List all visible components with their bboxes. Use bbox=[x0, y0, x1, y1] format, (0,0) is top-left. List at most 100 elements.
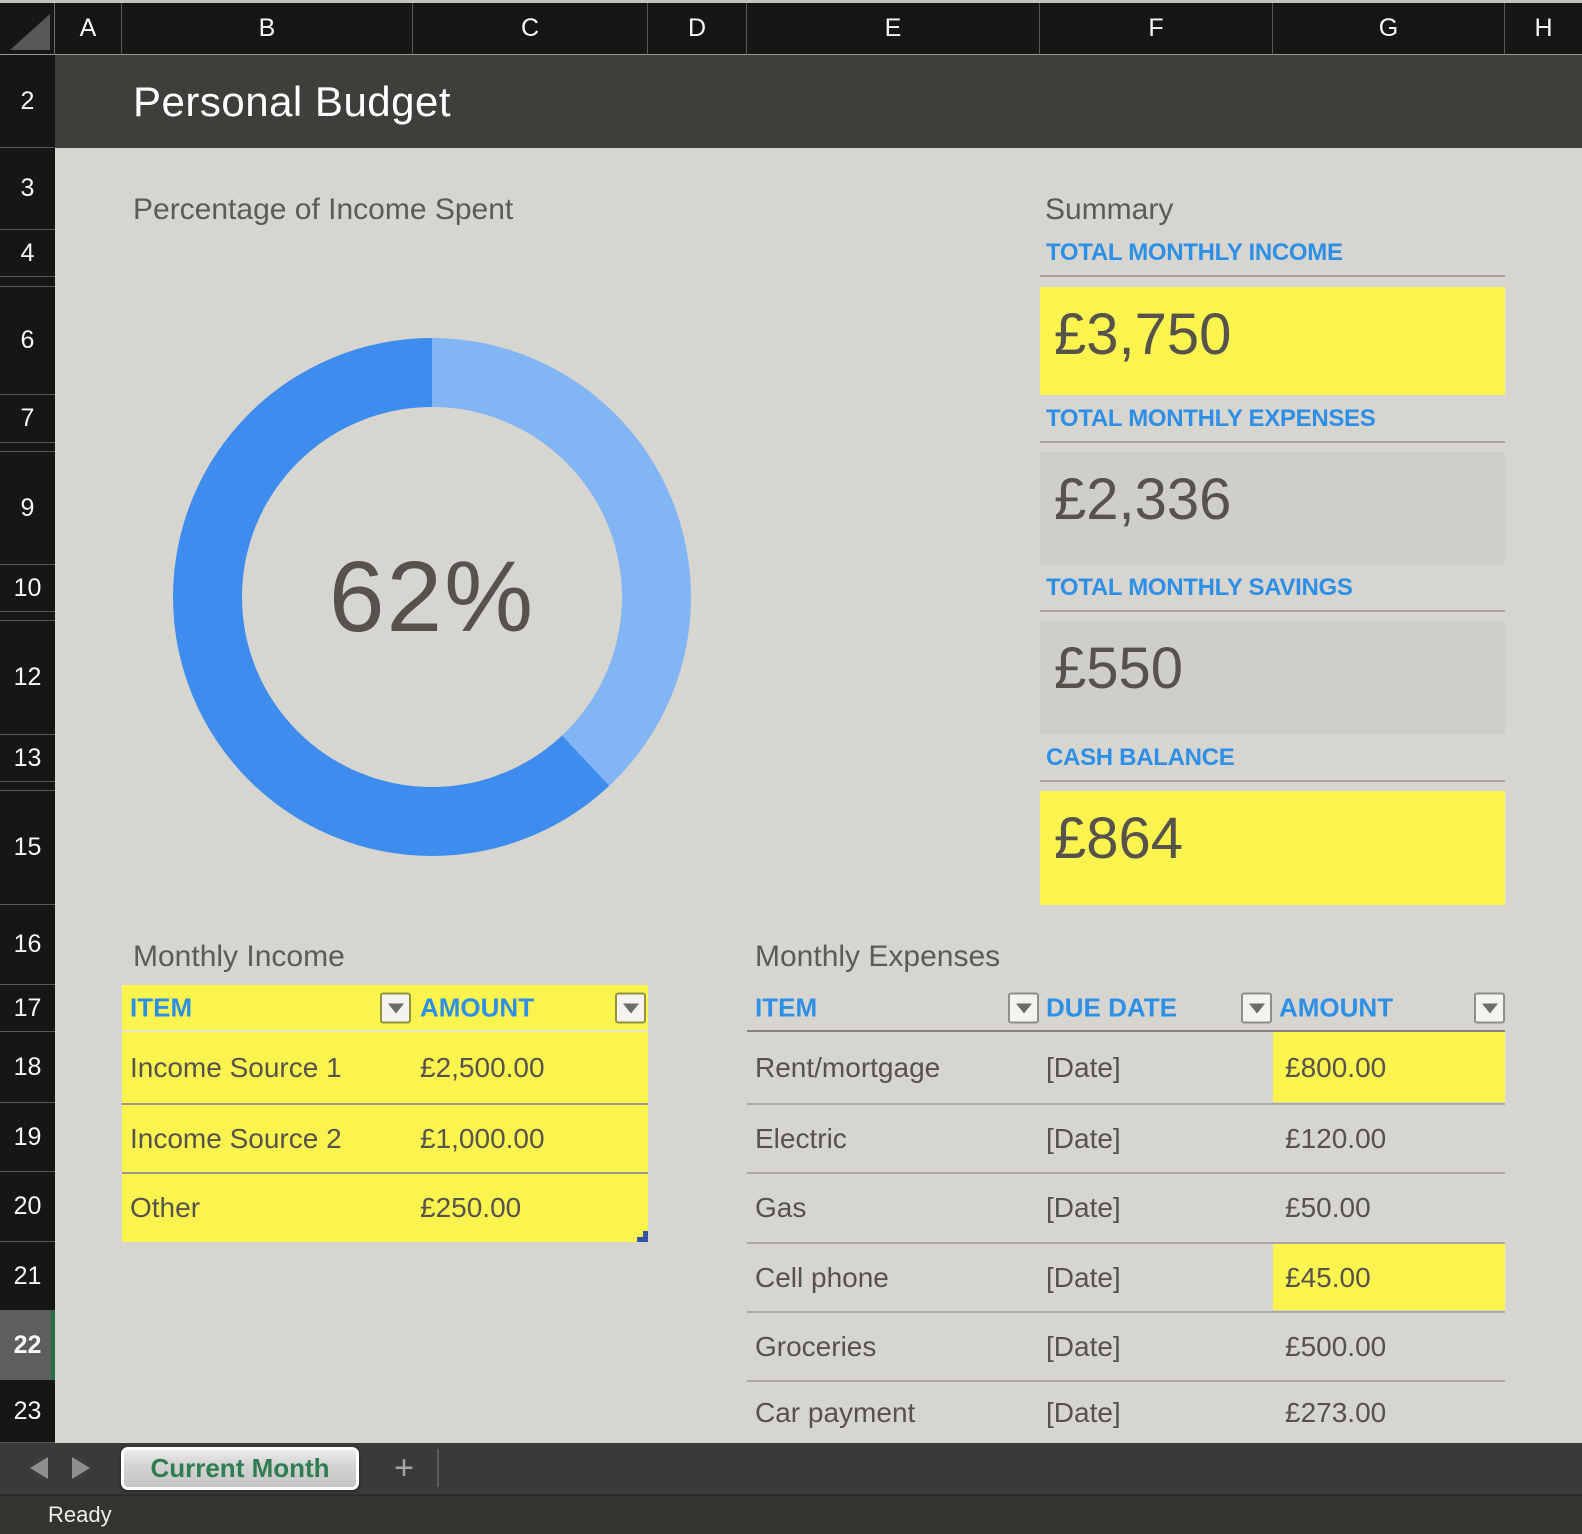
expense-item-cell[interactable]: Rent/mortgage bbox=[755, 1052, 940, 1084]
summary-label-expenses: TOTAL MONTHLY EXPENSES bbox=[1040, 395, 1505, 443]
row-header-11-collapsed[interactable] bbox=[0, 612, 55, 621]
summary-value-savings-cell[interactable]: £550 bbox=[1040, 621, 1505, 735]
row-header-9[interactable]: 9 bbox=[0, 452, 55, 565]
income-item-cell[interactable]: Income Source 2 bbox=[130, 1123, 342, 1155]
row-header-15[interactable]: 15 bbox=[0, 791, 55, 905]
expense-item-cell[interactable]: Cell phone bbox=[755, 1262, 889, 1294]
expense-due-date-cell[interactable]: [Date] bbox=[1046, 1123, 1121, 1155]
select-all-button[interactable] bbox=[0, 3, 55, 55]
income-row-2[interactable]: Income Source 2 £1,000.00 bbox=[122, 1103, 648, 1172]
status-bar: Ready bbox=[0, 1494, 1582, 1534]
expense-amount-cell[interactable]: £120.00 bbox=[1285, 1123, 1386, 1155]
summary-value-cash-balance-cell[interactable]: £864 bbox=[1040, 791, 1505, 905]
expense-item-cell[interactable]: Groceries bbox=[755, 1331, 876, 1363]
row-header-2[interactable]: 2 bbox=[0, 55, 55, 148]
status-text: Ready bbox=[48, 1502, 112, 1528]
donut-chart[interactable]: 62% bbox=[173, 338, 691, 856]
income-amount-cell[interactable]: £2,500.00 bbox=[420, 1052, 545, 1084]
row-header-23[interactable]: 23 bbox=[0, 1380, 55, 1443]
expense-due-date-cell[interactable]: [Date] bbox=[1046, 1052, 1121, 1084]
expense-item-filter-button[interactable] bbox=[1008, 992, 1039, 1023]
row-header-12[interactable]: 12 bbox=[0, 621, 55, 735]
expense-amount-cell[interactable]: £800.00 bbox=[1285, 1052, 1386, 1084]
expense-item-cell[interactable]: Electric bbox=[755, 1123, 847, 1155]
expense-amount-cell[interactable]: £273.00 bbox=[1285, 1397, 1386, 1429]
summary-value-income-cell[interactable]: £3,750 bbox=[1040, 287, 1505, 395]
expense-row-car-payment[interactable]: Car payment [Date] £273.00 bbox=[747, 1380, 1505, 1443]
row-header-8-collapsed[interactable] bbox=[0, 443, 55, 452]
row-header-6[interactable]: 6 bbox=[0, 287, 55, 395]
column-header-e[interactable]: E bbox=[747, 3, 1040, 55]
income-item-filter-button[interactable] bbox=[380, 992, 411, 1023]
filter-dropdown-icon bbox=[1482, 1004, 1498, 1014]
row-header-10[interactable]: 10 bbox=[0, 565, 55, 612]
row-header-17[interactable]: 17 bbox=[0, 985, 55, 1032]
expense-header-due-date: DUE DATE bbox=[1046, 992, 1177, 1023]
filter-dropdown-icon bbox=[1016, 1004, 1032, 1014]
page-title: Personal Budget bbox=[133, 78, 451, 126]
income-item-cell[interactable]: Income Source 1 bbox=[130, 1052, 342, 1084]
title-banner[interactable]: Personal Budget bbox=[55, 55, 1582, 148]
sheet-tab-strip: Current Month + bbox=[0, 1443, 1582, 1494]
expense-row-electric[interactable]: Electric [Date] £120.00 bbox=[747, 1103, 1505, 1172]
row-header-21[interactable]: 21 bbox=[0, 1242, 55, 1311]
expense-row-groceries[interactable]: Groceries [Date] £500.00 bbox=[747, 1311, 1505, 1380]
summary-label-income: TOTAL MONTHLY INCOME bbox=[1040, 230, 1505, 277]
sheet-tab-current-month[interactable]: Current Month bbox=[121, 1447, 359, 1490]
income-item-cell[interactable]: Other bbox=[130, 1192, 200, 1224]
expense-amount-filter-button[interactable] bbox=[1474, 992, 1505, 1023]
column-header-d[interactable]: D bbox=[648, 3, 747, 55]
column-header-g[interactable]: G bbox=[1273, 3, 1505, 55]
next-sheet-arrow-icon[interactable] bbox=[72, 1457, 90, 1479]
filter-dropdown-icon bbox=[388, 1004, 404, 1014]
row-header-20[interactable]: 20 bbox=[0, 1172, 55, 1242]
expense-due-date-cell[interactable]: [Date] bbox=[1046, 1331, 1121, 1363]
row-header-4[interactable]: 4 bbox=[0, 230, 55, 277]
income-row-3[interactable]: Other £250.00 bbox=[122, 1172, 648, 1242]
income-amount-cell[interactable]: £250.00 bbox=[420, 1192, 521, 1224]
column-header-c[interactable]: C bbox=[413, 3, 648, 55]
filter-dropdown-icon bbox=[1249, 1004, 1265, 1014]
income-amount-cell[interactable]: £1,000.00 bbox=[420, 1123, 545, 1155]
expense-header-item: ITEM bbox=[755, 992, 817, 1023]
donut-hole: 62% bbox=[242, 407, 622, 787]
row-header-18[interactable]: 18 bbox=[0, 1032, 55, 1103]
income-header-item: ITEM bbox=[130, 992, 192, 1023]
row-header-5-collapsed[interactable] bbox=[0, 277, 55, 287]
row-header-19[interactable]: 19 bbox=[0, 1103, 55, 1172]
row-header-13[interactable]: 13 bbox=[0, 735, 55, 782]
income-row-1[interactable]: Income Source 1 £2,500.00 bbox=[122, 1032, 648, 1103]
column-header-a[interactable]: A bbox=[55, 3, 122, 55]
row-header-7[interactable]: 7 bbox=[0, 395, 55, 443]
expense-row-cell-phone[interactable]: Cell phone [Date] £45.00 bbox=[747, 1242, 1505, 1311]
summary-value-expenses-cell[interactable]: £2,336 bbox=[1040, 452, 1505, 565]
row-header-22-selected[interactable]: 22 bbox=[0, 1311, 55, 1380]
spreadsheet-app: A B C D E F G H 2 3 4 6 7 9 10 12 13 15 … bbox=[0, 0, 1582, 1534]
expense-due-date-cell[interactable]: [Date] bbox=[1046, 1397, 1121, 1429]
expense-item-cell[interactable]: Car payment bbox=[755, 1397, 915, 1429]
income-amount-filter-button[interactable] bbox=[615, 992, 646, 1023]
sheet-tab-label: Current Month bbox=[150, 1453, 329, 1484]
column-header-b[interactable]: B bbox=[122, 3, 413, 55]
expense-due-date-filter-button[interactable] bbox=[1241, 992, 1272, 1023]
expense-table-header: ITEM DUE DATE AMOUNT bbox=[747, 985, 1505, 1032]
expense-amount-cell[interactable]: £500.00 bbox=[1285, 1331, 1386, 1363]
column-header-h[interactable]: H bbox=[1505, 3, 1582, 55]
expense-row-rent[interactable]: Rent/mortgage [Date] £800.00 bbox=[747, 1032, 1505, 1103]
row-header-3[interactable]: 3 bbox=[0, 148, 55, 230]
expense-due-date-cell[interactable]: [Date] bbox=[1046, 1192, 1121, 1224]
expense-due-date-cell[interactable]: [Date] bbox=[1046, 1262, 1121, 1294]
add-sheet-button[interactable]: + bbox=[384, 1445, 424, 1491]
row-header-16[interactable]: 16 bbox=[0, 905, 55, 985]
previous-sheet-arrow-icon[interactable] bbox=[30, 1457, 48, 1479]
select-all-triangle-icon bbox=[10, 14, 50, 50]
expense-item-cell[interactable]: Gas bbox=[755, 1192, 806, 1224]
income-header-amount: AMOUNT bbox=[420, 992, 534, 1023]
row-header-14-collapsed[interactable] bbox=[0, 782, 55, 791]
expense-amount-cell[interactable]: £45.00 bbox=[1285, 1262, 1371, 1294]
tab-strip-divider bbox=[437, 1449, 439, 1487]
expense-row-gas[interactable]: Gas [Date] £50.00 bbox=[747, 1172, 1505, 1242]
expense-header-amount: AMOUNT bbox=[1279, 992, 1393, 1023]
expense-amount-cell[interactable]: £50.00 bbox=[1285, 1192, 1371, 1224]
column-header-f[interactable]: F bbox=[1040, 3, 1273, 55]
